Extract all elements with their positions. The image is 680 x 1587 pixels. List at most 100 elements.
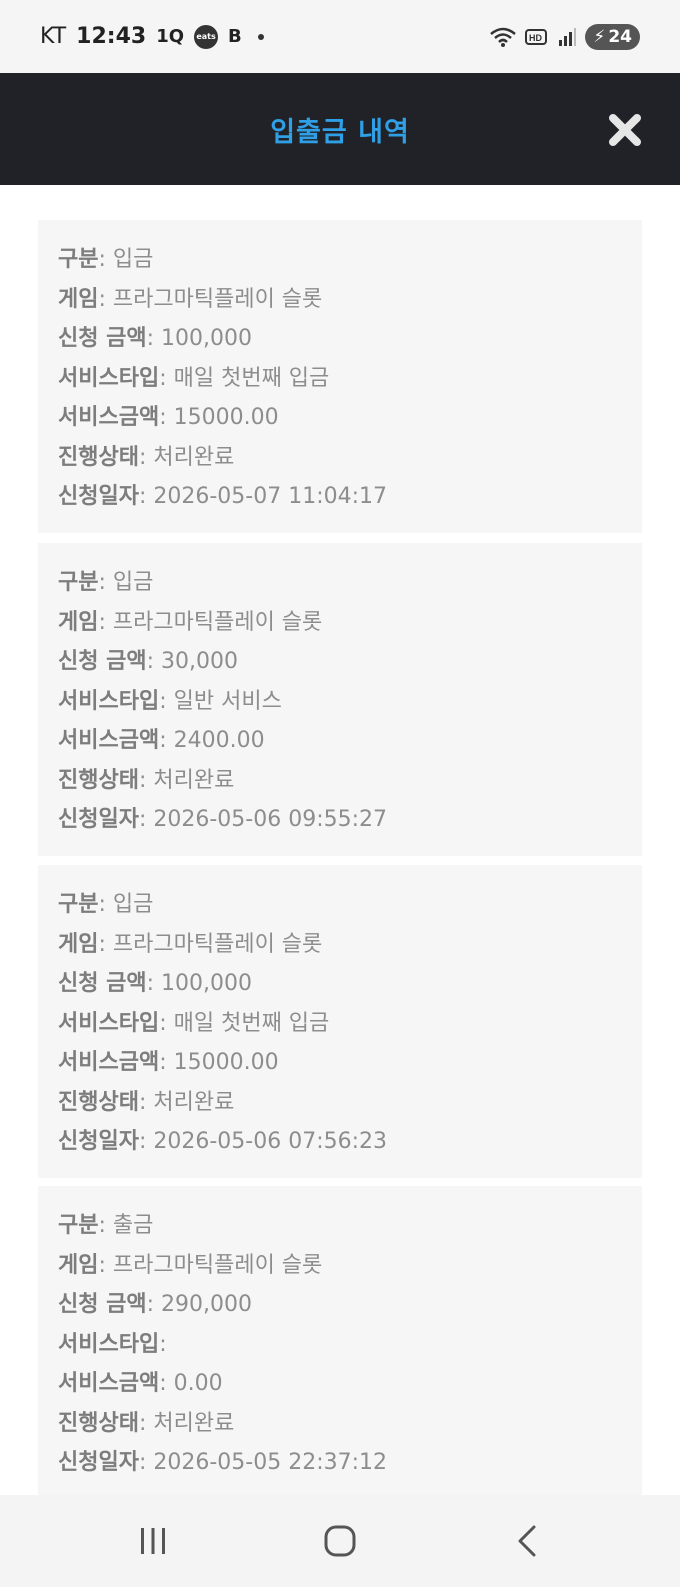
hd-icon: HD [525,28,548,45]
date-label: 신청일자 [58,484,139,509]
amount-row: 신청 금액: 100,000 [58,326,253,351]
game-value: 프라그마틱플레이 슬롯 [112,609,323,635]
status-row: 진행상태: 처리완료 [58,444,235,470]
type-row: 구분: 입금 [58,892,154,917]
status-label: 진행상태 [58,1410,139,1436]
type-value: 입금 [112,247,154,272]
type-value: 입금 [112,892,154,917]
date-row: 신청일자: 2026-05-07 11:04:17 [58,484,388,509]
app-notification-icon: 1Q [156,26,185,47]
service-type-row: 서비스타입: 매일 첫번째 입금 [58,1010,330,1036]
service-type-row: 서비스타입: [58,1331,167,1357]
amount-row: 신청 금액: 30,000 [58,649,239,674]
transaction-card: 구분: 입금 게임: 프라그마틱플레이 슬롯 신청 금액: 100,000 서비… [38,220,642,533]
game-label: 게임 [58,931,99,957]
service-amount-label: 서비스금액 [58,1371,160,1396]
date-row: 신청일자: 2026-05-06 07:56:23 [58,1129,388,1154]
status-row: 진행상태: 처리완료 [58,1410,235,1436]
type-value: 출금 [112,1213,154,1238]
game-row: 게임: 프라그마틱플레이 슬롯 [58,1252,323,1278]
transaction-list[interactable]: 구분: 입금 게임: 프라그마틱플레이 슬롯 신청 금액: 100,000 서비… [0,185,680,1495]
status-value: 처리완료 [153,1089,235,1115]
wifi-icon [490,27,517,47]
clock: 12:43 [76,24,147,49]
recent-apps-button[interactable] [123,1511,183,1571]
date-value: 2026-05-06 09:55:27 [153,807,388,832]
close-icon [609,114,641,146]
more-notifications-icon [257,33,264,40]
battery-level: 24 [608,26,632,47]
amount-label: 신청 금액 [58,649,147,674]
service-amount-row: 서비스금액: 15000.00 [58,1050,279,1075]
eats-notification-icon: eats [194,24,219,49]
status-label: 진행상태 [58,444,139,470]
type-label: 구분 [58,1213,99,1238]
service-amount-label: 서비스금액 [58,405,160,430]
service-amount-row: 서비스금액: 2400.00 [58,728,265,753]
game-value: 프라그마틱플레이 슬롯 [112,931,323,957]
game-label: 게임 [58,286,99,312]
home-button[interactable] [310,1511,370,1571]
type-row: 구분: 입금 [58,247,154,272]
transaction-card: 구분: 출금 게임: 프라그마틱플레이 슬롯 신청 금액: 290,000 서비… [38,1186,642,1495]
type-label: 구분 [58,247,99,272]
service-amount-value: 0.00 [173,1371,223,1396]
date-label: 신청일자 [58,1450,139,1475]
status-value: 처리완료 [153,1410,235,1436]
back-icon [518,1525,536,1557]
service-type-label: 서비스타입 [58,365,160,391]
date-label: 신청일자 [58,807,139,832]
back-button[interactable] [497,1511,557,1571]
type-value: 입금 [112,570,154,595]
date-value: 2026-05-05 22:37:12 [153,1450,388,1475]
status-value: 처리완료 [153,767,235,793]
service-amount-row: 서비스금액: 0.00 [58,1371,223,1396]
close-button[interactable] [608,113,642,147]
status-left: KT 12:43 1Q eats B [40,24,264,49]
svg-text:HD: HD [529,33,542,43]
service-amount-label: 서비스금액 [58,728,160,753]
date-row: 신청일자: 2026-05-06 09:55:27 [58,807,388,832]
type-label: 구분 [58,570,99,595]
service-amount-value: 2400.00 [173,728,265,753]
game-label: 게임 [58,609,99,635]
type-label: 구분 [58,892,99,917]
status-bar: KT 12:43 1Q eats B HD ⚡ 24 [0,0,680,73]
game-value: 프라그마틱플레이 슬롯 [112,286,323,312]
status-value: 처리완료 [153,444,235,470]
game-label: 게임 [58,1252,99,1278]
service-type-row: 서비스타입: 일반 서비스 [58,688,282,714]
service-type-value: 매일 첫번째 입금 [173,1010,330,1036]
game-value: 프라그마틱플레이 슬롯 [112,1252,323,1278]
service-amount-value: 15000.00 [173,405,279,430]
type-row: 구분: 입금 [58,570,154,595]
status-label: 진행상태 [58,1089,139,1115]
service-amount-label: 서비스금액 [58,1050,160,1075]
amount-label: 신청 금액 [58,326,147,351]
game-row: 게임: 프라그마틱플레이 슬롯 [58,609,323,635]
page-header: 입출금 내역 [0,73,680,185]
recent-apps-icon [141,1528,166,1554]
date-row: 신청일자: 2026-05-05 22:37:12 [58,1450,388,1475]
b-notification-icon: B [228,26,242,47]
battery-charging-icon: ⚡ 24 [585,23,640,50]
home-icon [324,1525,356,1557]
amount-value: 290,000 [161,1292,253,1317]
amount-label: 신청 금액 [58,1292,147,1317]
service-type-label: 서비스타입 [58,1010,160,1036]
signal-icon [559,27,577,46]
transaction-card: 구분: 입금 게임: 프라그마틱플레이 슬롯 신청 금액: 30,000 서비스… [38,543,642,856]
system-nav-bar [0,1495,680,1587]
service-type-label: 서비스타입 [58,688,160,714]
amount-value: 30,000 [161,649,239,674]
transaction-card: 구분: 입금 게임: 프라그마틱플레이 슬롯 신청 금액: 100,000 서비… [38,865,642,1178]
date-label: 신청일자 [58,1129,139,1154]
service-type-value: 매일 첫번째 입금 [173,365,330,391]
amount-row: 신청 금액: 290,000 [58,1292,253,1317]
status-label: 진행상태 [58,767,139,793]
status-row: 진행상태: 처리완료 [58,767,235,793]
status-right: HD ⚡ 24 [489,23,640,50]
amount-label: 신청 금액 [58,971,147,996]
game-row: 게임: 프라그마틱플레이 슬롯 [58,931,323,957]
date-value: 2026-05-07 11:04:17 [153,484,388,509]
